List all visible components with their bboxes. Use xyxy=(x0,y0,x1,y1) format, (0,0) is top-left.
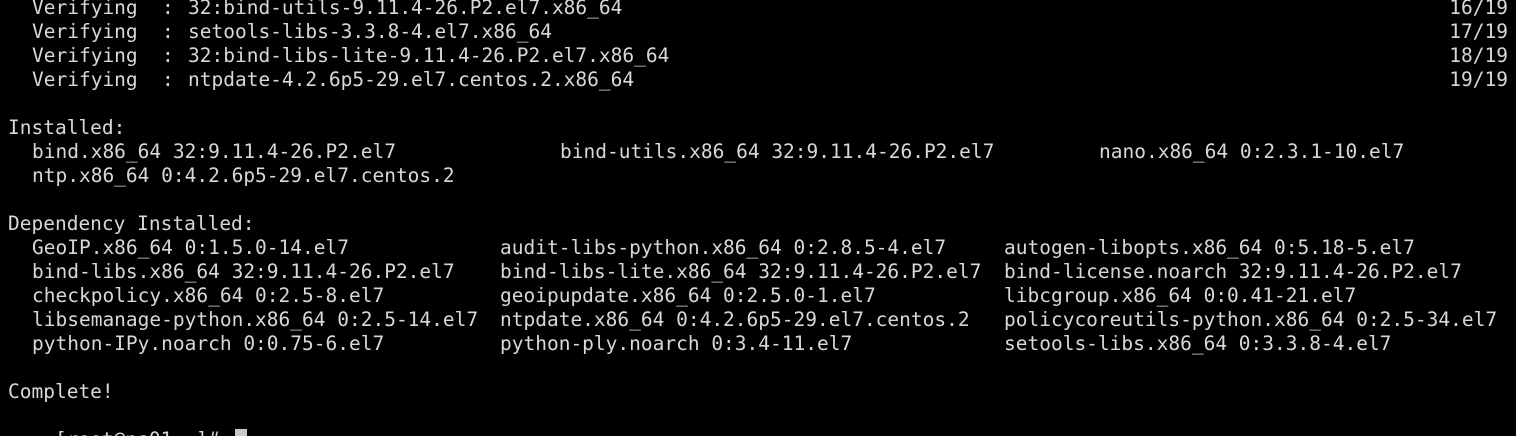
dependency-package: autogen-libopts.x86_64 0:5.18-5.el7 xyxy=(1004,236,1415,259)
installed-package: ntp.x86_64 0:4.2.6p5-29.el7.centos.2 xyxy=(32,164,455,187)
verify-line: Verifying : ntpdate-4.2.6p5-29.el7.cento… xyxy=(8,68,634,92)
verify-colon: : xyxy=(162,68,174,91)
dependency-package: policycoreutils-python.x86_64 0:2.5-34.e… xyxy=(1004,308,1498,331)
dependency-row: python-IPy.noarch 0:0.75-6.el7 python-pl… xyxy=(8,332,1391,356)
verify-package: ntpdate-4.2.6p5-29.el7.centos.2.x86_64 xyxy=(188,68,635,91)
text-cursor[interactable] xyxy=(235,429,248,436)
verify-line: Verifying : 32:bind-utils-9.11.4-26.P2.e… xyxy=(8,0,622,20)
verify-action: Verifying xyxy=(32,44,138,67)
command-prompt-line[interactable]: [root@ns01 ~]# xyxy=(8,404,248,436)
dependency-row: GeoIP.x86_64 0:1.5.0-14.el7 audit-libs-p… xyxy=(8,236,1415,260)
verify-line: Verifying : 32:bind-libs-lite-9.11.4-26.… xyxy=(8,44,669,68)
terminal-window[interactable]: Verifying : 32:bind-utils-9.11.4-26.P2.e… xyxy=(0,0,1516,436)
installed-package: bind-utils.x86_64 32:9.11.4-26.P2.el7 xyxy=(560,140,995,163)
dependency-package: audit-libs-python.x86_64 0:2.8.5-4.el7 xyxy=(500,236,947,259)
verify-action: Verifying xyxy=(32,0,138,19)
installed-heading: Installed: xyxy=(8,116,126,139)
installed-package: bind.x86_64 32:9.11.4-26.P2.el7 xyxy=(32,140,396,163)
dependency-package: bind-libs.x86_64 32:9.11.4-26.P2.el7 xyxy=(32,260,455,283)
verify-action: Verifying xyxy=(32,20,138,43)
installed-package: nano.x86_64 0:2.3.1-10.el7 xyxy=(1099,140,1405,163)
verify-progress: 19/19 xyxy=(1449,68,1508,91)
dependency-package: checkpolicy.x86_64 0:2.5-8.el7 xyxy=(32,284,385,307)
installed-row: bind.x86_64 32:9.11.4-26.P2.el7 bind-uti… xyxy=(8,140,1404,164)
dependency-heading: Dependency Installed: xyxy=(8,212,255,235)
verify-progress: 17/19 xyxy=(1449,20,1508,43)
dependency-package: bind-libs-lite.x86_64 32:9.11.4-26.P2.el… xyxy=(500,260,982,283)
dependency-row: checkpolicy.x86_64 0:2.5-8.el7 geoipupda… xyxy=(8,284,1356,308)
verify-package: 32:bind-utils-9.11.4-26.P2.el7.x86_64 xyxy=(188,0,623,19)
shell-prompt: [root@ns01 ~]# xyxy=(55,428,231,436)
dependency-row: libsemanage-python.x86_64 0:2.5-14.el7 n… xyxy=(8,308,1497,332)
installed-row: ntp.x86_64 0:4.2.6p5-29.el7.centos.2 xyxy=(8,164,455,188)
verify-colon: : xyxy=(162,20,174,43)
verify-action: Verifying xyxy=(32,68,138,91)
dependency-package: setools-libs.x86_64 0:3.3.8-4.el7 xyxy=(1004,332,1392,355)
verify-package: 32:bind-libs-lite-9.11.4-26.P2.el7.x86_6… xyxy=(188,44,670,67)
verify-colon: : xyxy=(162,0,174,19)
verify-line: Verifying : setools-libs-3.3.8-4.el7.x86… xyxy=(8,20,552,44)
verify-progress: 18/19 xyxy=(1449,44,1508,67)
complete-message: Complete! xyxy=(8,380,114,403)
dependency-package: python-ply.noarch 0:3.4-11.el7 xyxy=(500,332,853,355)
verify-package: setools-libs-3.3.8-4.el7.x86_64 xyxy=(188,20,552,43)
dependency-package: libsemanage-python.x86_64 0:2.5-14.el7 xyxy=(32,308,479,331)
verify-progress: 16/19 xyxy=(1449,0,1508,19)
dependency-package: GeoIP.x86_64 0:1.5.0-14.el7 xyxy=(32,236,349,259)
verify-colon: : xyxy=(162,44,174,67)
dependency-package: bind-license.noarch 32:9.11.4-26.P2.el7 xyxy=(1004,260,1462,283)
dependency-package: ntpdate.x86_64 0:4.2.6p5-29.el7.centos.2 xyxy=(500,308,970,331)
dependency-package: geoipupdate.x86_64 0:2.5.0-1.el7 xyxy=(500,284,876,307)
dependency-package: libcgroup.x86_64 0:0.41-21.el7 xyxy=(1004,284,1357,307)
dependency-row: bind-libs.x86_64 32:9.11.4-26.P2.el7 bin… xyxy=(8,260,1462,284)
dependency-package: python-IPy.noarch 0:0.75-6.el7 xyxy=(32,332,385,355)
